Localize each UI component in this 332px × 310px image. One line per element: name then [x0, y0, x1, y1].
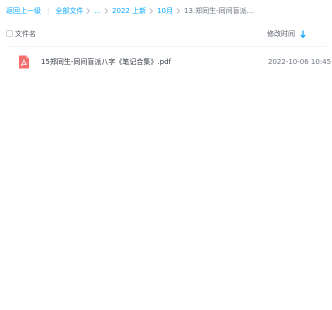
file-browser: 返回上一级 | 全部文件 ... 2022 上新 10月 13.郑同生-同间盲派… — [0, 0, 332, 310]
back-link[interactable]: 返回上一级 — [6, 5, 41, 17]
chevron-right-icon — [102, 5, 111, 17]
file-row[interactable]: 15郑同生-同间盲派八字《笔记合集》.pdf 2022-10-06 10:45 — [0, 52, 332, 72]
breadcrumb-divider: | — [47, 7, 50, 15]
column-time-header[interactable]: 修改时间 — [267, 28, 307, 40]
column-header: 文件名 修改时间 — [0, 28, 332, 40]
breadcrumb: 返回上一级 | 全部文件 ... 2022 上新 10月 13.郑同生-同间盲派… — [6, 5, 253, 17]
column-time-label: 修改时间 — [267, 30, 295, 38]
chevron-right-icon — [147, 5, 156, 17]
file-name[interactable]: 15郑同生-同间盲派八字《笔记合集》.pdf — [41, 56, 171, 68]
breadcrumb-item-ellipsis[interactable]: ... — [94, 5, 101, 17]
header-divider — [6, 46, 326, 47]
file-modified-time: 2022-10-06 10:45 — [268, 58, 332, 66]
breadcrumb-item-october[interactable]: 10月 — [157, 5, 173, 17]
pdf-file-icon — [18, 55, 30, 69]
chevron-right-icon — [174, 5, 183, 17]
sort-descending-icon[interactable] — [299, 28, 307, 40]
breadcrumb-current: 13.郑同生-同间盲派... — [184, 7, 254, 15]
breadcrumb-item-2022[interactable]: 2022 上新 — [112, 5, 146, 17]
column-name-header[interactable]: 文件名 — [15, 28, 36, 40]
chevron-right-icon — [84, 5, 93, 17]
breadcrumb-item-all-files[interactable]: 全部文件 — [55, 5, 83, 17]
select-all-checkbox[interactable] — [6, 30, 13, 37]
